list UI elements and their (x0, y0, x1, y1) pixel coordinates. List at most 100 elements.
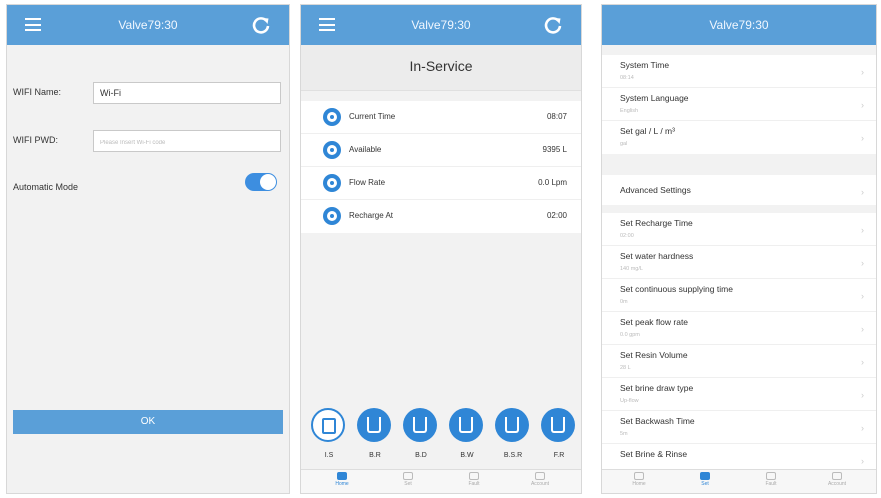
status-info-list: Current Time 08:07 Available 9395 L Flow… (301, 101, 581, 233)
mode-br-button[interactable]: B.R (357, 408, 393, 459)
setting-brine-draw-type[interactable]: Set brine draw type Up-flow › (602, 378, 876, 411)
chevron-right-icon: › (861, 67, 864, 77)
info-row-flow-rate: Flow Rate 0.0 Lpm (301, 167, 581, 200)
auto-mode-toggle[interactable] (245, 173, 277, 191)
tab-account[interactable]: Account (515, 472, 565, 487)
home-status-screen: Valve79:30 In-Service Current Time 08:07… (300, 4, 582, 494)
tab-set[interactable]: Set (383, 472, 433, 487)
backwash-icon (449, 408, 483, 442)
mode-selector: I.S B.R B.D B.W B.S.R F.R (301, 408, 581, 470)
tab-home[interactable]: Home (317, 472, 367, 487)
ok-button[interactable]: OK (13, 410, 283, 434)
home-icon (337, 472, 347, 480)
setting-title: Advanced Settings (620, 185, 691, 195)
tab-label: Set (404, 481, 412, 487)
mode-bd-button[interactable]: B.D (403, 408, 439, 459)
mode-label: F.R (553, 452, 565, 459)
brine-refill-icon (357, 408, 391, 442)
wifi-setup-screen: Valve79:30 WIFI Name: WIFI PWD: Automati… (6, 4, 290, 494)
auto-mode-label: Automatic Mode (13, 182, 79, 192)
chevron-right-icon: › (861, 133, 864, 143)
info-value: 02:00 (546, 211, 567, 220)
setting-recharge-time[interactable]: Set Recharge Time 02:00 › (602, 213, 876, 246)
chevron-right-icon: › (861, 324, 864, 334)
refresh-icon[interactable] (251, 15, 271, 35)
setting-value: 5m (620, 431, 628, 437)
mode-is-button[interactable]: I.S (311, 408, 347, 459)
chevron-right-icon: › (861, 456, 864, 466)
info-row-current-time: Current Time 08:07 (301, 101, 581, 134)
setting-backwash-time[interactable]: Set Backwash Time 5m › (602, 411, 876, 444)
tab-account[interactable]: Account (812, 472, 862, 487)
account-icon (832, 472, 842, 480)
mode-label: B.R (369, 452, 381, 459)
recharge-icon (323, 207, 341, 225)
slow-rinse-icon (495, 408, 529, 442)
setting-value: 08:14 (620, 75, 634, 81)
app-title: Valve79:30 (709, 18, 769, 32)
water-settings-group: Set Recharge Time 02:00 › Set water hard… (602, 213, 876, 477)
top-bar: Valve79:30 (301, 5, 581, 45)
tab-bar: Home Set Fault Account (301, 469, 581, 493)
fault-icon (766, 472, 776, 480)
setting-value: 28 L (620, 365, 631, 371)
info-label: Flow Rate (349, 178, 386, 187)
wifi-name-input[interactable] (93, 82, 281, 104)
water-tank-icon (323, 141, 341, 159)
mode-label: B.D (415, 452, 427, 459)
setting-units[interactable]: Set gal / L / m³ gal › (602, 121, 876, 154)
info-value: 08:07 (546, 112, 567, 121)
home-icon (634, 472, 644, 480)
setting-value: Up-flow (620, 398, 639, 404)
tab-bar: Home Set Fault Account (602, 469, 876, 493)
mode-bsr-button[interactable]: B.S.R (495, 408, 531, 459)
settings-icon (700, 472, 710, 480)
chevron-right-icon: › (861, 225, 864, 235)
setting-value: 140 mg/L (620, 266, 643, 272)
setting-title: Set water hardness (620, 251, 694, 261)
wifi-pwd-row: WIFI PWD: (13, 130, 281, 152)
auto-mode-row: Automatic Mode (13, 173, 281, 199)
setting-system-time[interactable]: System Time 08:14 › (602, 55, 876, 88)
setting-title: Set continuous supplying time (620, 284, 733, 294)
mode-label: I.S (324, 452, 334, 459)
fault-icon (469, 472, 479, 480)
setting-title: System Language (620, 93, 689, 103)
mode-label: B.W (460, 452, 474, 459)
setting-peak-flow[interactable]: Set peak flow rate 0.0 gpm › (602, 312, 876, 345)
setting-title: Set Brine & Rinse (620, 449, 688, 459)
fast-rinse-icon (541, 408, 575, 442)
tab-fault[interactable]: Fault (746, 472, 796, 487)
tab-home[interactable]: Home (614, 472, 664, 487)
wifi-name-row: WIFI Name: (13, 82, 281, 104)
setting-system-language[interactable]: System Language English › (602, 88, 876, 121)
tab-set[interactable]: Set (680, 472, 730, 487)
setting-resin-volume[interactable]: Set Resin Volume 28 L › (602, 345, 876, 378)
refresh-icon[interactable] (543, 15, 563, 35)
info-label: Current Time (349, 112, 396, 121)
setting-advanced[interactable]: Advanced Settings › (602, 175, 876, 205)
info-label: Available (349, 145, 382, 154)
info-value: 9395 L (542, 145, 567, 154)
tab-fault[interactable]: Fault (449, 472, 499, 487)
mode-label: B.S.R (503, 452, 523, 459)
mode-bw-button[interactable]: B.W (449, 408, 485, 459)
tab-label: Fault (765, 481, 777, 487)
chevron-right-icon: › (861, 291, 864, 301)
settings-screen: Valve79:30 System Time 08:14 › System La… (601, 4, 877, 494)
setting-water-hardness[interactable]: Set water hardness 140 mg/L › (602, 246, 876, 279)
info-row-available: Available 9395 L (301, 134, 581, 167)
wifi-name-label: WIFI Name: (13, 87, 62, 97)
tab-label: Home (632, 481, 646, 487)
hourglass-icon (311, 408, 345, 442)
setting-title: Set brine draw type (620, 383, 694, 393)
tab-label: Account (530, 481, 550, 487)
setting-title: System Time (620, 60, 670, 70)
setting-continuous-supply[interactable]: Set continuous supplying time 0m › (602, 279, 876, 312)
mode-fr-button[interactable]: F.R (541, 408, 577, 459)
wifi-pwd-label: WIFI PWD: (13, 135, 58, 145)
wifi-pwd-input[interactable] (93, 130, 281, 152)
setting-value: 02:00 (620, 233, 634, 239)
flow-icon (323, 174, 341, 192)
top-bar: Valve79:30 (7, 5, 289, 45)
